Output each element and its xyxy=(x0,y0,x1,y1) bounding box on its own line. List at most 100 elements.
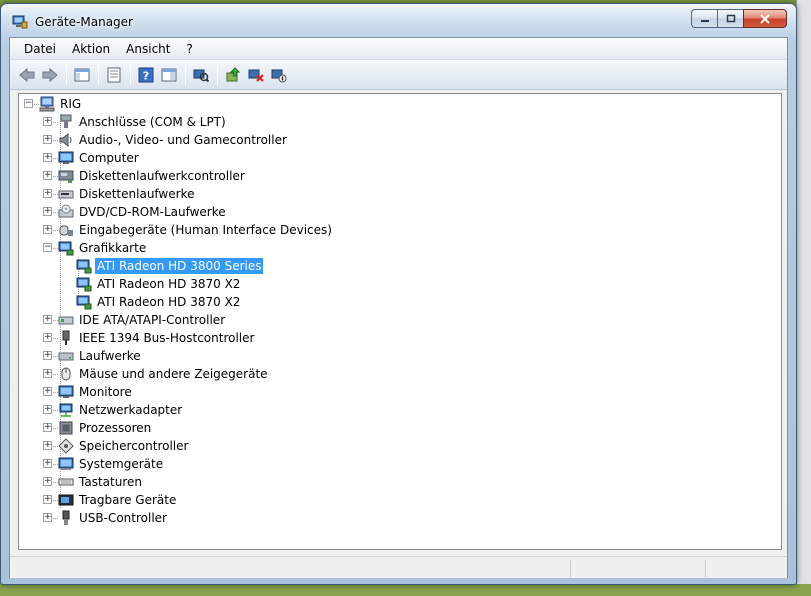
tree-expander[interactable]: + xyxy=(43,171,52,180)
tree-expander[interactable]: + xyxy=(43,117,52,126)
tree-category-label: Mäuse und andere Zeigegeräte xyxy=(79,367,268,381)
tree-expander[interactable]: + xyxy=(43,351,52,360)
tree-expander[interactable]: + xyxy=(43,477,52,486)
status-segment xyxy=(705,560,789,577)
processor-icon xyxy=(59,421,73,435)
back-arrow-icon xyxy=(19,67,35,82)
tree-expander[interactable]: − xyxy=(43,243,52,252)
tree-category-item[interactable]: Systemgeräte xyxy=(58,455,165,473)
tree-category-item[interactable]: IEEE 1394 Bus-Hostcontroller xyxy=(58,329,256,347)
tree-category-item[interactable]: Diskettenlaufwerkcontroller xyxy=(58,167,247,185)
tree-device-label: ATI Radeon HD 3800 Series xyxy=(95,258,264,274)
menu-ansicht[interactable]: Ansicht xyxy=(118,39,178,59)
tree-expander[interactable]: + xyxy=(43,387,52,396)
tree-category-item[interactable]: IDE ATA/ATAPI-Controller xyxy=(58,311,227,329)
close-icon xyxy=(760,13,770,24)
tree-expander[interactable]: + xyxy=(43,135,52,144)
scan-hardware-icon xyxy=(193,69,209,82)
tree-expander-root[interactable]: − xyxy=(24,99,33,108)
tree-expander[interactable]: + xyxy=(43,153,52,162)
tree-category-item[interactable]: Monitore xyxy=(58,383,134,401)
action-pane-button[interactable] xyxy=(158,64,180,86)
disable-device-icon xyxy=(271,69,287,82)
tree-expander[interactable]: + xyxy=(43,441,52,450)
menu-help[interactable]: ? xyxy=(178,39,200,59)
tree-expander[interactable]: + xyxy=(43,405,52,414)
display-adapter-icon xyxy=(76,277,92,292)
tree-category-label: Tastaturen xyxy=(79,475,142,489)
toolbar-separator xyxy=(185,64,186,85)
tree-device-item[interactable]: ATI Radeon HD 3800 Series xyxy=(76,257,264,275)
tree-category-label: Eingabegeräte (Human Interface Devices) xyxy=(79,223,332,237)
menu-aktion[interactable]: Aktion xyxy=(64,39,118,59)
tree-category-item[interactable]: DVD/CD-ROM-Laufwerke xyxy=(58,203,228,221)
tree-category-item[interactable]: Mäuse und andere Zeigegeräte xyxy=(58,365,270,383)
tree-category-item[interactable]: Audio-, Video- und Gamecontroller xyxy=(58,131,289,149)
forward-button[interactable] xyxy=(39,64,61,86)
tree-expander[interactable]: + xyxy=(43,225,52,234)
tree-category-label: Computer xyxy=(79,151,139,165)
tree-category-item[interactable]: Laufwerke xyxy=(58,347,143,365)
update-driver-icon xyxy=(226,66,241,81)
window-title: Geräte-Manager xyxy=(35,15,133,29)
toolbar: ? xyxy=(10,60,787,90)
tree-device-item[interactable]: ATI Radeon HD 3870 X2 xyxy=(76,275,242,293)
tree-expander[interactable]: + xyxy=(43,189,52,198)
menu-datei[interactable]: Datei xyxy=(16,39,64,59)
status-segment xyxy=(570,560,705,577)
tree-category-item[interactable]: Computer xyxy=(58,149,141,167)
tree-category-item[interactable]: USB-Controller xyxy=(58,509,169,527)
tree-category-label: Netzwerkadapter xyxy=(79,403,183,417)
tree-category-item[interactable]: Grafikkarte xyxy=(58,239,148,257)
tree-category-item[interactable]: Tragbare Geräte xyxy=(58,491,178,509)
tree-expander[interactable]: + xyxy=(43,423,52,432)
tree-expander[interactable]: + xyxy=(43,459,52,468)
close-button[interactable] xyxy=(743,9,787,28)
tree-category-item[interactable]: Diskettenlaufwerke xyxy=(58,185,196,203)
update-driver-button[interactable] xyxy=(222,64,244,86)
desktop-background-window-edge xyxy=(796,0,811,596)
scan-hardware-button[interactable] xyxy=(190,64,212,86)
tree-device-item[interactable]: ATI Radeon HD 3870 X2 xyxy=(76,293,242,311)
show-action-pane-icon xyxy=(161,68,177,81)
tree-category-label: USB-Controller xyxy=(79,511,167,525)
desktop-background-bottom xyxy=(0,584,811,596)
tree-expander[interactable]: + xyxy=(43,513,52,522)
device-tree[interactable]: − RIG + Anschlüsse (COM & LPT) + Audio-, Vi… xyxy=(18,93,782,550)
floppy-controller-icon xyxy=(58,170,74,183)
help-button[interactable]: ? xyxy=(135,64,157,86)
tree-category-label: Laufwerke xyxy=(79,349,141,363)
show-hide-console-tree-icon xyxy=(74,68,90,81)
uninstall-button[interactable] xyxy=(245,64,267,86)
tree-category-item[interactable]: Eingabegeräte (Human Interface Devices) xyxy=(58,221,334,239)
tree-expander[interactable]: + xyxy=(43,495,52,504)
display-adapter-icon xyxy=(76,259,92,274)
tree-category-item[interactable]: Anschlüsse (COM & LPT) xyxy=(58,113,228,131)
tree-category-item[interactable]: Speichercontroller xyxy=(58,437,190,455)
minimize-button[interactable] xyxy=(691,9,717,28)
tree-expander[interactable]: + xyxy=(43,333,52,342)
maximize-button[interactable] xyxy=(717,9,743,28)
firewire-icon xyxy=(62,330,70,345)
console-tree-button[interactable] xyxy=(71,64,93,86)
tree-expander[interactable]: + xyxy=(43,369,52,378)
hid-icon xyxy=(59,225,73,236)
tree-category-item[interactable]: Netzwerkadapter xyxy=(58,401,184,419)
tree-category-label: IDE ATA/ATAPI-Controller xyxy=(79,313,226,327)
properties-button[interactable] xyxy=(103,64,125,86)
title-bar[interactable]: Geräte-Manager xyxy=(1,4,796,37)
tree-expander[interactable]: + xyxy=(43,207,52,216)
window-controls xyxy=(691,9,787,28)
tree-root-rig[interactable]: RIG xyxy=(39,95,83,113)
tree-expander[interactable]: + xyxy=(43,315,52,324)
device-manager-app-icon xyxy=(12,15,28,29)
disable-button[interactable] xyxy=(268,64,290,86)
restore-icon xyxy=(726,14,735,23)
tree-category-label: Diskettenlaufwerke xyxy=(79,187,195,201)
back-button[interactable] xyxy=(16,64,38,86)
tree-category-item[interactable]: Tastaturen xyxy=(58,473,144,491)
port-icon xyxy=(60,114,72,128)
dvd-drive-icon xyxy=(58,204,74,218)
portable-device-icon xyxy=(58,494,74,506)
tree-category-item[interactable]: Prozessoren xyxy=(58,419,153,437)
